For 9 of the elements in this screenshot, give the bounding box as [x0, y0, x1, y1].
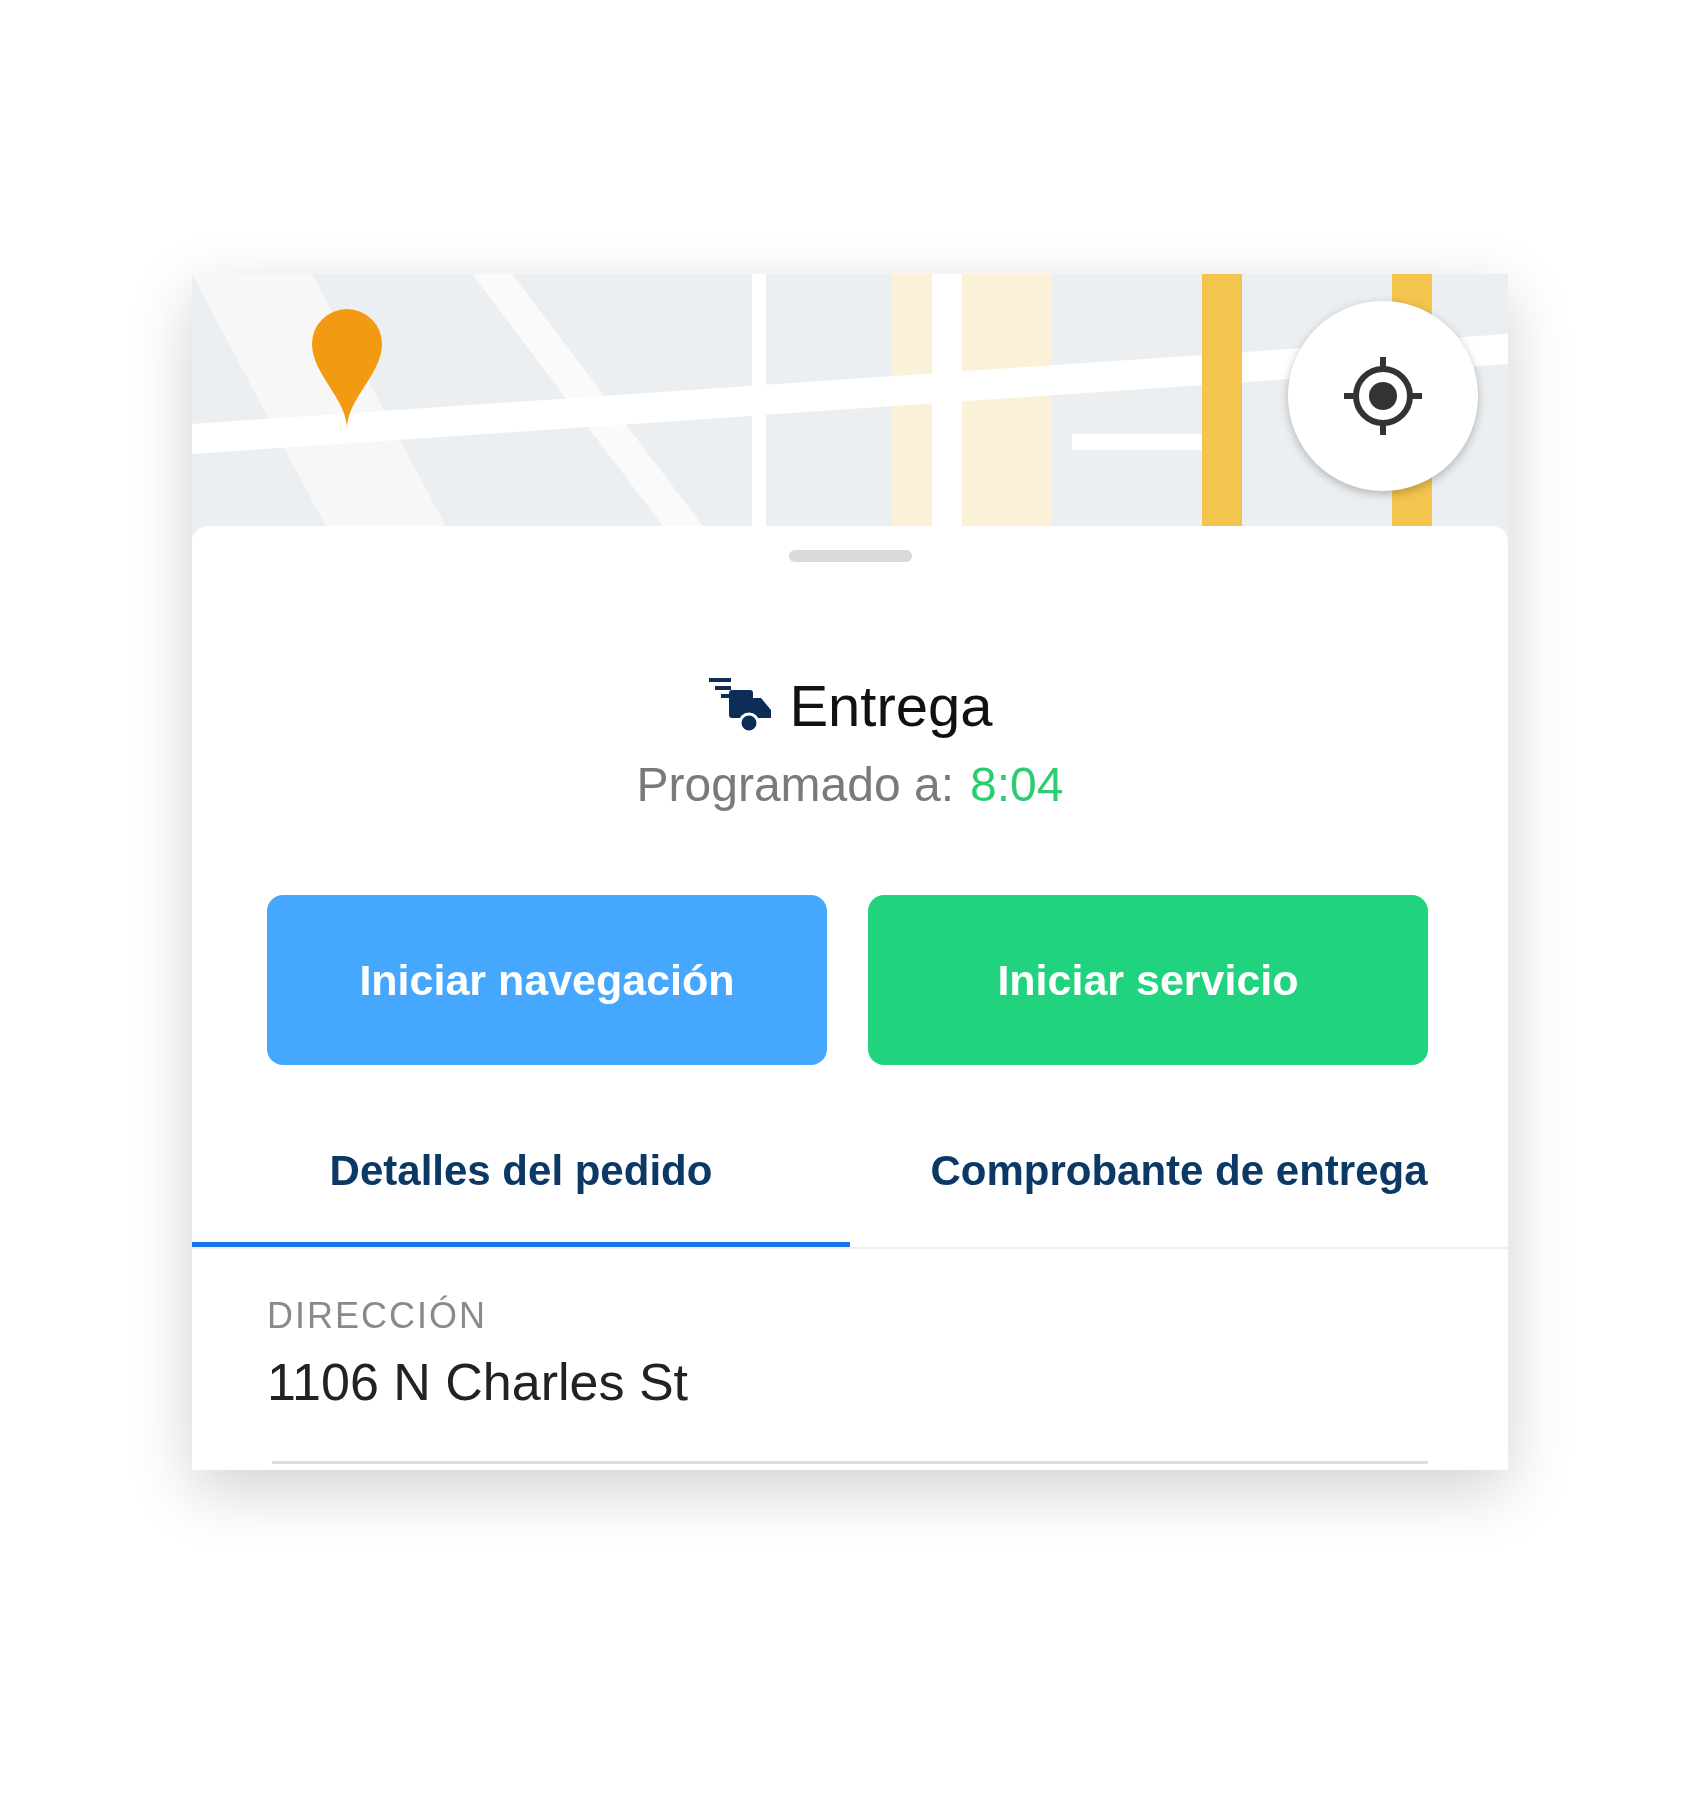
schedule-label: Programado a: [636, 757, 955, 813]
tab[interactable]: Detalles del pedido [192, 1105, 850, 1247]
crosshair-icon [1344, 357, 1422, 435]
drag-handle[interactable] [788, 550, 912, 562]
tab[interactable]: Comprobante de entrega [850, 1105, 1508, 1247]
field-label: DIRECCIÓN [267, 1294, 488, 1338]
title: Entrega [789, 672, 993, 740]
address-text: 1106 N Charles St [267, 1352, 690, 1413]
schedule-time: 8:04 [970, 757, 1064, 813]
